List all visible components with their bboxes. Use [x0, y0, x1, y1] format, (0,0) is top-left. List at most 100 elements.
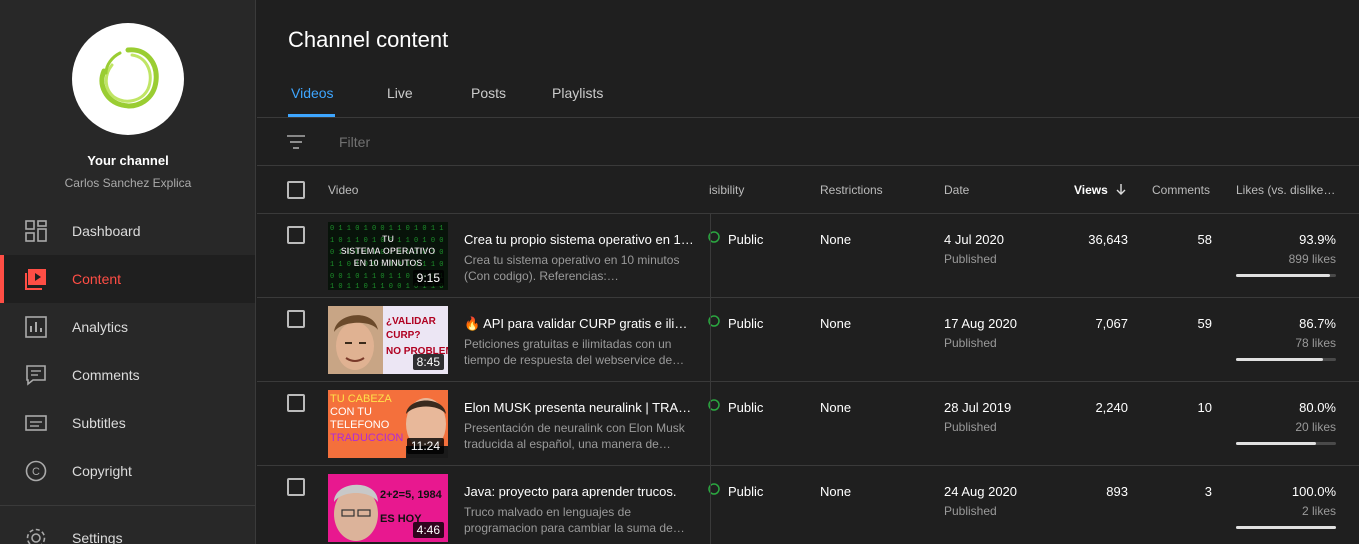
sticky-column-divider: [710, 214, 711, 544]
sidebar-item-dashboard[interactable]: Dashboard: [0, 207, 255, 255]
likes-percent: 80.0%: [1299, 400, 1336, 415]
video-description: Truco malvado en lenguajes de programaci…: [464, 505, 685, 535]
video-duration: 9:15: [412, 270, 444, 286]
publish-status: Published: [944, 336, 997, 350]
views-value: 7,067: [1095, 316, 1128, 331]
channel-avatar[interactable]: [72, 23, 184, 135]
video-description: Peticiones gratuitas e ilimitadas con un…: [464, 337, 685, 367]
gear-icon: [26, 528, 46, 544]
column-header-visibility[interactable]: isibility: [709, 183, 744, 197]
thumb-line-4: TRADUCCION: [330, 432, 403, 444]
sidebar-item-label: Dashboard: [72, 223, 141, 239]
row-checkbox[interactable]: [287, 310, 305, 328]
content-icon: [25, 269, 46, 290]
likes-ratio-fill: [1236, 526, 1336, 529]
likes-percent: 93.9%: [1299, 232, 1336, 247]
video-title[interactable]: Elon MUSK presenta neuralink | TRAD…: [464, 400, 696, 415]
likes-ratio-fill: [1236, 442, 1316, 445]
sidebar-item-content[interactable]: Content: [0, 255, 255, 303]
column-header-date[interactable]: Date: [944, 183, 969, 197]
video-thumbnail[interactable]: TU CABEZA CON TU TELEFONO TRADUCCION 11:…: [328, 390, 448, 458]
publish-status: Published: [944, 420, 997, 434]
likes-percent: 86.7%: [1299, 316, 1336, 331]
table-row[interactable]: ¿VALIDAR CURP? NO PROBLEM 8:45 🔥 API par…: [257, 298, 1359, 382]
likes-ratio-bar: [1236, 442, 1336, 445]
tab-posts[interactable]: Posts: [471, 85, 506, 101]
video-thumbnail[interactable]: ¿VALIDAR CURP? NO PROBLEM 8:45: [328, 306, 448, 374]
visibility-value[interactable]: Public: [728, 232, 763, 247]
row-checkbox[interactable]: [287, 394, 305, 412]
video-thumbnail[interactable]: 2+2=5, 1984 ES HOY 4:46: [328, 474, 448, 542]
publish-status: Published: [944, 252, 997, 266]
comments-value: 3: [1204, 484, 1212, 499]
content-tabs: Videos Live Posts Playlists: [257, 70, 1359, 118]
thumb-line-2: CURP?: [386, 330, 420, 341]
page-title: Channel content: [288, 27, 449, 52]
likes-count: 899 likes: [1288, 252, 1336, 266]
video-title[interactable]: Crea tu propio sistema operativo en 1…: [464, 232, 696, 247]
column-header-likes[interactable]: Likes (vs. dislike…: [1236, 183, 1335, 197]
thumb-line-2: CON TU: [330, 406, 372, 418]
main-content: Channel content Videos Live Posts Playli…: [257, 0, 1359, 544]
sidebar-nav: Dashboard Content Analytics Comments Sub…: [0, 207, 255, 495]
row-checkbox[interactable]: [287, 478, 305, 496]
video-title[interactable]: Java: proyecto para aprender trucos.: [464, 484, 696, 499]
sidebar-item-label: Subtitles: [72, 415, 126, 431]
tab-live[interactable]: Live: [387, 85, 413, 101]
sidebar-item-label: Comments: [72, 367, 140, 383]
sidebar-item-comments[interactable]: Comments: [0, 351, 255, 399]
comments-value: 58: [1197, 232, 1212, 247]
sidebar-divider: [0, 505, 255, 506]
comments-value: 59: [1197, 316, 1212, 331]
visibility-value[interactable]: Public: [728, 484, 763, 499]
tab-playlists[interactable]: Playlists: [552, 85, 603, 101]
video-description: Presentación de neuralink con Elon Musk …: [464, 421, 685, 451]
table-row[interactable]: 0 1 1 0 1 0 0 1 1 0 1 0 1 1 0 1 0 1 1 1 …: [257, 214, 1359, 298]
video-duration: 4:46: [412, 522, 444, 538]
restrictions-value: None: [820, 484, 852, 499]
thumb-line-1: ¿VALIDAR: [386, 316, 437, 327]
sidebar-item-subtitles[interactable]: Subtitles: [0, 399, 255, 447]
subtitles-icon: [25, 415, 47, 431]
visibility-value[interactable]: Public: [728, 400, 763, 415]
sidebar-item-copyright[interactable]: C Copyright: [0, 447, 255, 495]
thumb-line-1: TU: [382, 234, 394, 244]
column-header-video: Video: [328, 183, 359, 197]
views-value: 893: [1106, 484, 1128, 499]
views-value: 36,643: [1088, 232, 1128, 247]
column-header-restrictions[interactable]: Restrictions: [820, 183, 883, 197]
select-all-checkbox[interactable]: [287, 181, 305, 199]
svg-text:C: C: [32, 466, 40, 478]
sidebar-item-settings[interactable]: Settings: [0, 514, 255, 544]
thumb-line-3: EN 10 MINUTOS: [354, 258, 423, 268]
table-row[interactable]: TU CABEZA CON TU TELEFONO TRADUCCION 11:…: [257, 382, 1359, 466]
video-title[interactable]: 🔥 API para validar CURP gratis e ilimit…: [464, 316, 696, 332]
date-value: 17 Aug 2020: [944, 316, 1018, 331]
video-duration: 11:24: [406, 438, 444, 454]
sidebar-item-label: Content: [72, 271, 122, 287]
sort-arrow-down-icon: [1116, 184, 1126, 195]
table-row[interactable]: 2+2=5, 1984 ES HOY 4:46 Java: proyecto p…: [257, 466, 1359, 544]
publish-status: Published: [944, 504, 997, 518]
studio-app: Your channel Carlos Sanchez Explica Dash…: [0, 0, 1359, 544]
sidebar-item-analytics[interactable]: Analytics: [0, 303, 255, 351]
likes-ratio-bar: [1236, 526, 1336, 529]
likes-count: 78 likes: [1295, 336, 1336, 350]
views-value: 2,240: [1095, 400, 1128, 415]
restrictions-value: None: [820, 232, 852, 247]
visibility-value[interactable]: Public: [728, 316, 763, 331]
row-checkbox[interactable]: [287, 226, 305, 244]
column-header-views[interactable]: Views: [1074, 183, 1127, 197]
filter-bar: [257, 118, 1359, 166]
sidebar: Your channel Carlos Sanchez Explica Dash…: [0, 0, 256, 544]
video-thumbnail[interactable]: 0 1 1 0 1 0 0 1 1 0 1 0 1 1 0 1 0 1 1 1 …: [328, 222, 448, 290]
column-header-comments[interactable]: Comments: [1152, 183, 1210, 197]
active-tab-indicator: [288, 114, 335, 117]
tab-videos[interactable]: Videos: [291, 85, 334, 101]
channel-logo-icon: [99, 47, 159, 109]
likes-ratio-bar: [1236, 274, 1336, 277]
filter-input[interactable]: [339, 130, 739, 154]
svg-text:0 1 1 0 1 0 0 1 1 0 1 0 1 1 0: 0 1 1 0 1 0 0 1 1 0 1 0 1 1 0 1 0 1 1: [330, 225, 448, 233]
filter-icon[interactable]: [286, 132, 306, 152]
likes-count: 20 likes: [1295, 420, 1336, 434]
